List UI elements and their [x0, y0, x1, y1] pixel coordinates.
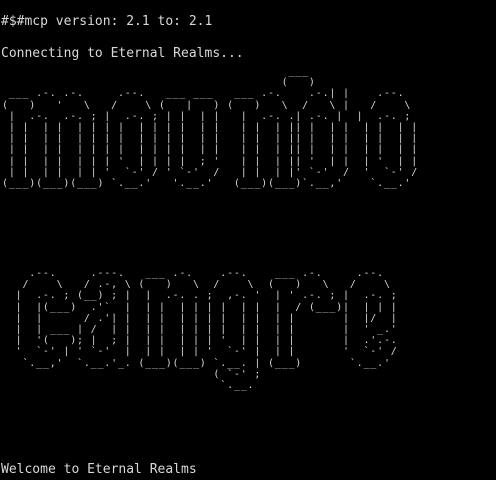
- mcp-version-line: #$#mcp version: 2.1 to: 2.1: [1, 14, 213, 29]
- ascii-banner-bottom: .--. .---. ___ .-. .--. ___ .-. .--. / \…: [15, 268, 398, 392]
- ascii-banner-top: ___ ( ) ___ .-. .-. .--. ___ ___ ___ .-.…: [2, 66, 419, 190]
- connecting-line: Connecting to Eternal Realms...: [1, 46, 244, 61]
- terminal-window[interactable]: #$#mcp version: 2.1 to: 2.1 Connecting t…: [0, 0, 496, 480]
- welcome-line: Welcome to Eternal Realms: [1, 462, 197, 477]
